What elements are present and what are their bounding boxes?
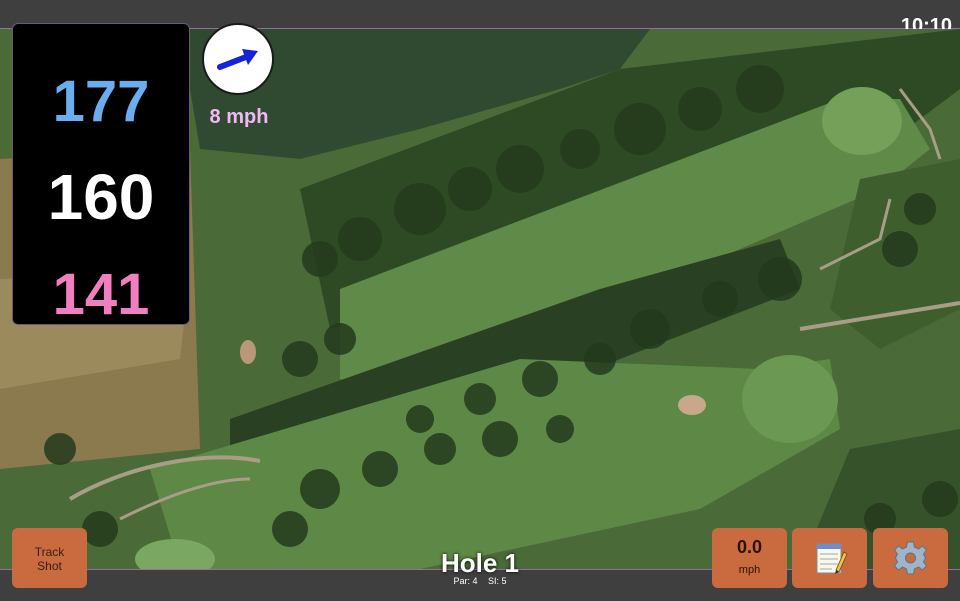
wind-button-unit: mph (738, 564, 761, 576)
wind-button-value: 0.0 (736, 537, 763, 557)
gear-icon (893, 541, 928, 575)
arrow-icon (217, 49, 258, 70)
track-shot-label: Track Shot (34, 545, 65, 573)
wind-direction-dial (202, 23, 274, 95)
wind-speed-label: 8 mph (209, 106, 269, 128)
settings-button[interactable] (873, 528, 948, 588)
hole-par: Par: 4 (453, 576, 478, 586)
distance-front: 141 (52, 262, 150, 327)
notes-button[interactable] (792, 528, 867, 588)
hole-info: Par: 4 SI: 5 (380, 576, 580, 586)
distance-panel: 177 160 141 (12, 23, 190, 327)
distance-back: 177 (52, 69, 150, 134)
hole-title: Hole 1 (440, 548, 520, 578)
distance-middle: 160 (47, 161, 155, 233)
wind-speed-button[interactable]: 0.0 mph (712, 528, 787, 588)
hole-stroke-index: SI: 5 (488, 576, 507, 586)
track-shot-button[interactable]: Track Shot (12, 528, 87, 588)
notepad-icon (816, 543, 848, 574)
